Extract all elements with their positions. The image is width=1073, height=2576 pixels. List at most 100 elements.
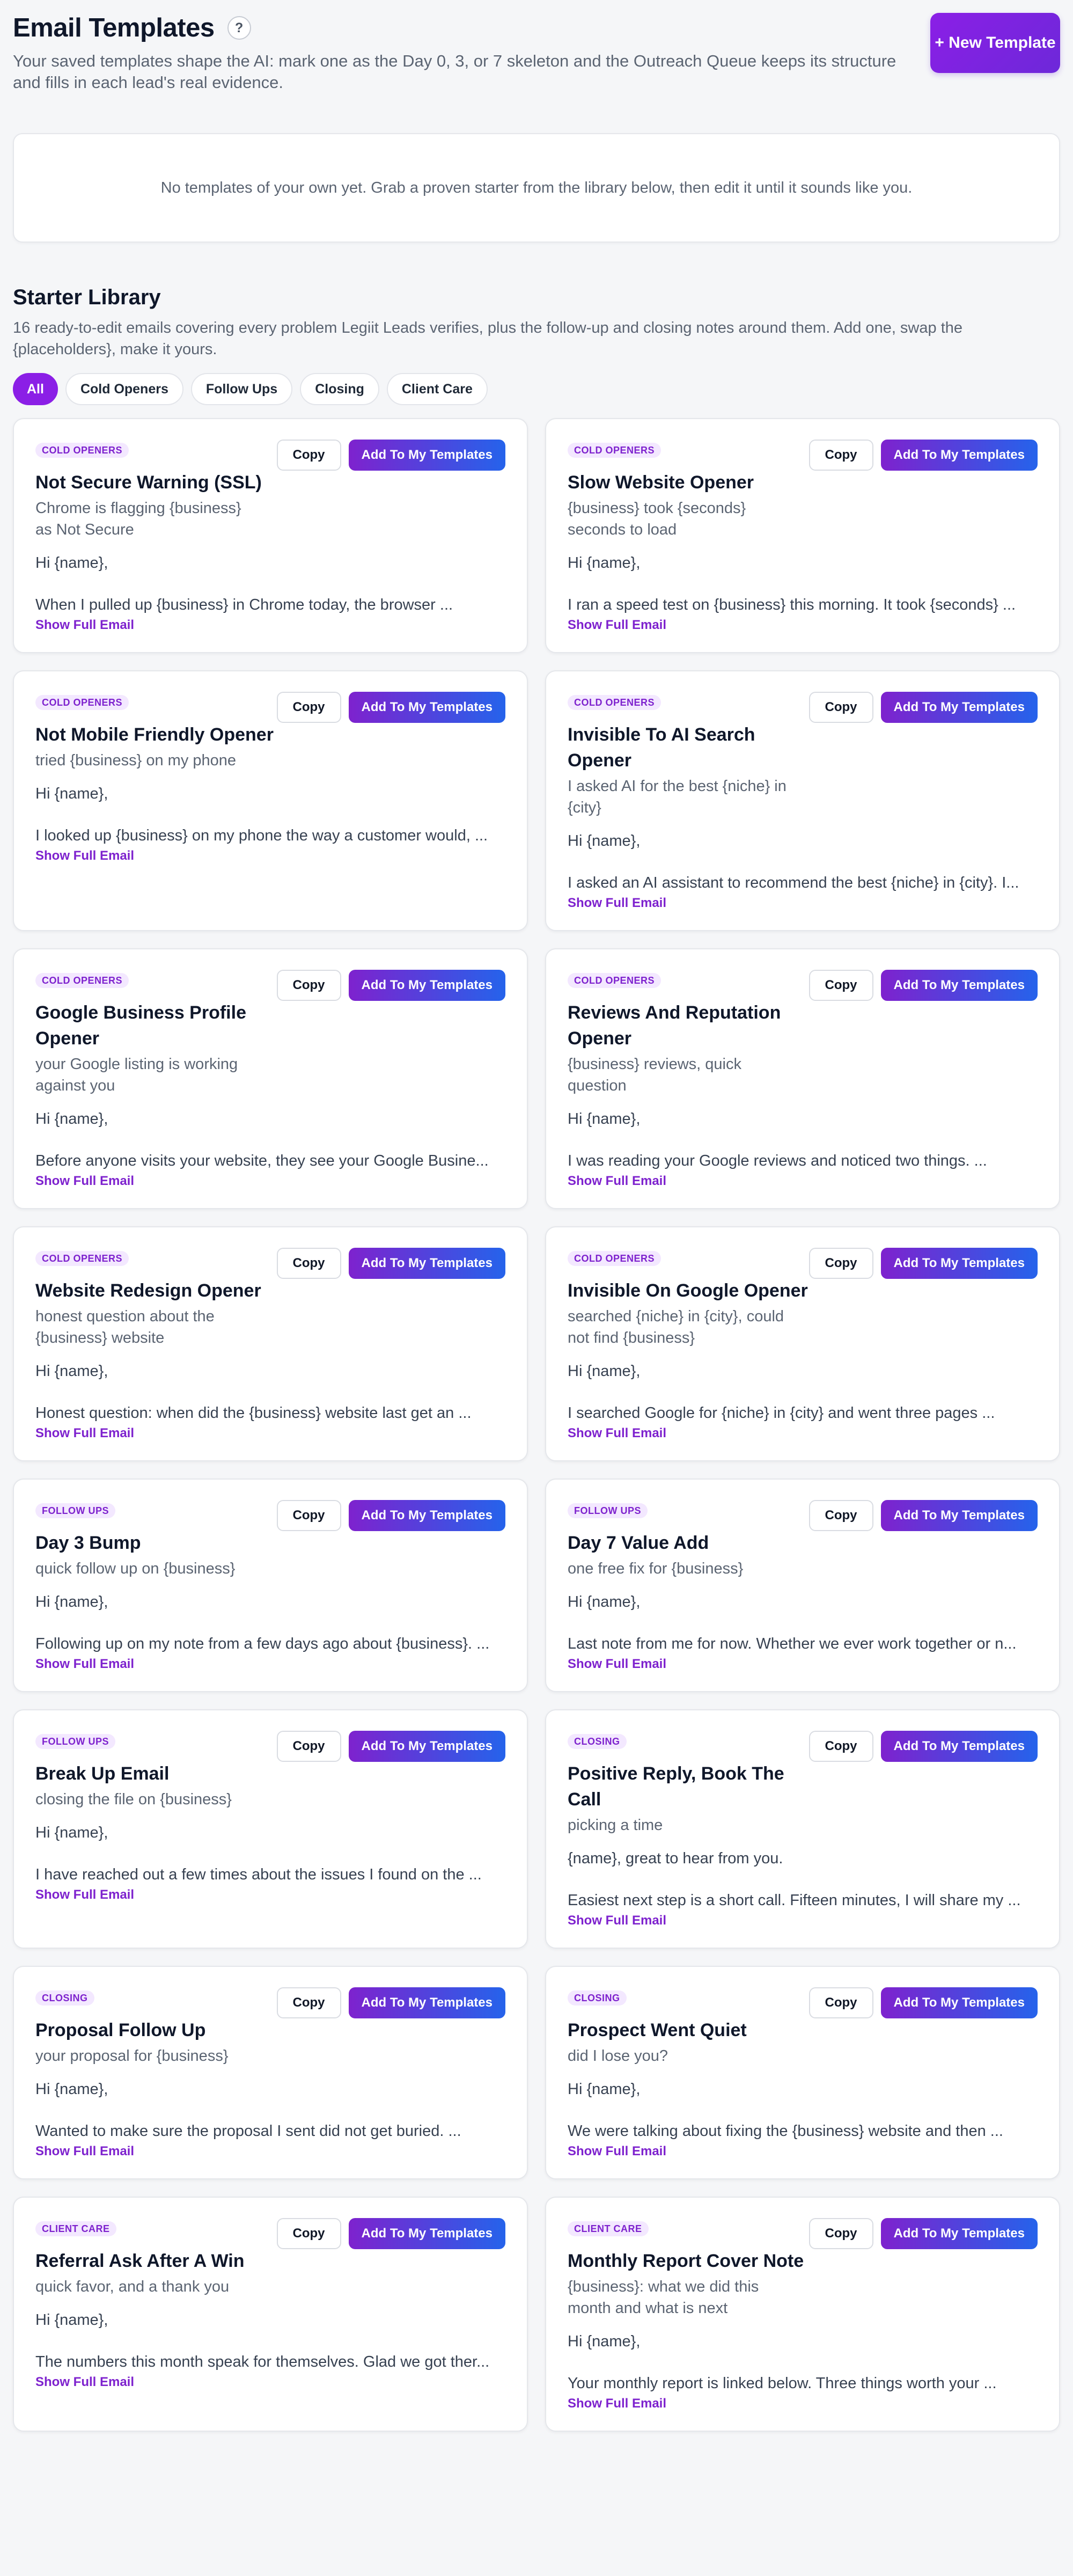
add-to-my-templates-button[interactable]: Add To My Templates	[880, 2218, 1038, 2249]
template-preview: Following up on my note from a few days …	[35, 1635, 490, 1652]
show-full-email-link[interactable]: Show Full Email	[568, 1657, 666, 1672]
add-to-my-templates-button[interactable]: Add To My Templates	[880, 440, 1038, 471]
question-mark-icon[interactable]: ?	[227, 16, 251, 40]
filter-chips: All Cold Openers Follow Ups Closing Client C…	[13, 373, 1060, 405]
add-to-my-templates-button[interactable]: Add To My Templates	[880, 1987, 1038, 2018]
show-full-email-link[interactable]: Show Full Email	[35, 1174, 134, 1189]
template-card: CLIENT CARE Copy Add To My Templates Monthl…	[545, 2197, 1060, 2432]
template-preview: I asked an AI assistant to recommend the…	[568, 874, 1019, 891]
copy-button[interactable]: Copy	[809, 2218, 873, 2249]
add-to-my-templates-button[interactable]: Add To My Templates	[348, 692, 505, 723]
filter-chip-follow-ups[interactable]: Follow Ups	[190, 373, 293, 405]
card-actions: Copy Add To My Templates	[809, 1987, 1038, 2018]
card-actions: Copy Add To My Templates	[809, 970, 1038, 1001]
add-to-my-templates-button[interactable]: Add To My Templates	[348, 440, 505, 471]
template-name: Not Secure Warning (SSL)	[35, 472, 262, 493]
copy-button[interactable]: Copy	[809, 692, 873, 723]
card-actions: Copy Add To My Templates	[276, 692, 505, 723]
show-full-email-link[interactable]: Show Full Email	[35, 1657, 134, 1672]
show-full-email-link[interactable]: Show Full Email	[35, 2144, 134, 2159]
template-preview: I searched Google for {niche} in {city} …	[568, 1404, 995, 1422]
template-card: COLD OPENERS Copy Add To My Templates Invis…	[545, 1226, 1060, 1461]
copy-button[interactable]: Copy	[276, 1248, 341, 1279]
template-greeting: Hi {name},	[35, 554, 108, 572]
add-to-my-templates-button[interactable]: Add To My Templates	[880, 1500, 1038, 1531]
template-card: FOLLOW UPS Copy Add To My Templates Day 3 B…	[13, 1479, 528, 1692]
add-to-my-templates-button[interactable]: Add To My Templates	[880, 1731, 1038, 1762]
add-to-my-templates-button[interactable]: Add To My Templates	[348, 1731, 505, 1762]
page-subtitle: Your saved templates shape the AI: mark …	[13, 52, 896, 92]
copy-button[interactable]: Copy	[276, 970, 341, 1001]
show-full-email-link[interactable]: Show Full Email	[568, 2396, 666, 2411]
new-template-button[interactable]: + New Template	[930, 13, 1060, 73]
filter-chip-cold-openers[interactable]: Cold Openers	[65, 373, 183, 405]
show-full-email-link[interactable]: Show Full Email	[568, 896, 666, 911]
show-full-email-link[interactable]: Show Full Email	[568, 2144, 666, 2159]
template-subject: your proposal for {business}	[35, 2047, 229, 2065]
category-badge: COLD OPENERS	[35, 973, 129, 988]
show-full-email-link[interactable]: Show Full Email	[35, 2375, 134, 2390]
template-name: Proposal Follow Up	[35, 2020, 206, 2040]
category-badge: FOLLOW UPS	[568, 1503, 648, 1518]
card-actions: Copy Add To My Templates	[276, 970, 505, 1001]
template-card: CLOSING Copy Add To My Templates Prospect W…	[545, 1966, 1060, 2179]
template-subject: {business}: what we did this month and w…	[568, 2278, 759, 2317]
show-full-email-link[interactable]: Show Full Email	[35, 1887, 134, 1902]
copy-button[interactable]: Copy	[809, 1500, 873, 1531]
template-subject: did I lose you?	[568, 2047, 668, 2065]
copy-button[interactable]: Copy	[276, 440, 341, 471]
copy-button[interactable]: Copy	[809, 1987, 873, 2018]
template-card: FOLLOW UPS Copy Add To My Templates Break U…	[13, 1709, 528, 1949]
filter-chip-client-care[interactable]: Client Care	[386, 373, 488, 405]
add-to-my-templates-button[interactable]: Add To My Templates	[348, 1248, 505, 1279]
show-full-email-link[interactable]: Show Full Email	[568, 1426, 666, 1441]
category-badge: FOLLOW UPS	[35, 1503, 115, 1518]
template-card: COLD OPENERS Copy Add To My Templates Not S…	[13, 418, 528, 653]
add-to-my-templates-button[interactable]: Add To My Templates	[880, 1248, 1038, 1279]
add-to-my-templates-button[interactable]: Add To My Templates	[880, 970, 1038, 1001]
add-to-my-templates-button[interactable]: Add To My Templates	[880, 692, 1038, 723]
copy-button[interactable]: Copy	[809, 970, 873, 1001]
copy-button[interactable]: Copy	[276, 1500, 341, 1531]
template-greeting: {name}, great to hear from you.	[568, 1850, 783, 1867]
template-preview: Honest question: when did the {business}…	[35, 1404, 472, 1422]
template-card: COLD OPENERS Copy Add To My Templates Websi…	[13, 1226, 528, 1461]
template-greeting: Hi {name},	[568, 832, 641, 850]
template-subject: honest question about the {business} web…	[35, 1308, 215, 1346]
template-grid: COLD OPENERS Copy Add To My Templates Not S…	[13, 418, 1060, 2449]
category-badge: COLD OPENERS	[568, 973, 662, 988]
show-full-email-link[interactable]: Show Full Email	[35, 848, 134, 863]
template-name: Break Up Email	[35, 1763, 170, 1784]
add-to-my-templates-button[interactable]: Add To My Templates	[348, 1987, 505, 2018]
template-preview: I ran a speed test on {business} this mo…	[568, 596, 1016, 613]
filter-chip-closing[interactable]: Closing	[300, 373, 379, 405]
copy-button[interactable]: Copy	[809, 1248, 873, 1279]
category-badge: COLD OPENERS	[35, 443, 129, 458]
template-subject: Chrome is flagging {business} as Not Sec…	[35, 500, 241, 538]
add-to-my-templates-button[interactable]: Add To My Templates	[348, 1500, 505, 1531]
show-full-email-link[interactable]: Show Full Email	[35, 618, 134, 633]
copy-button[interactable]: Copy	[276, 1731, 341, 1762]
template-greeting: Hi {name},	[568, 1593, 641, 1611]
category-badge: CLOSING	[568, 1734, 627, 1749]
template-preview: Your monthly report is linked below. Thr…	[568, 2375, 997, 2392]
section-title: Starter Library	[13, 286, 161, 309]
filter-chip-all[interactable]: All	[13, 373, 58, 405]
empty-state: No templates of your own yet. Grab a pro…	[13, 133, 1060, 243]
copy-button[interactable]: Copy	[809, 440, 873, 471]
template-subject: tried {business} on my phone	[35, 752, 237, 769]
card-actions: Copy Add To My Templates	[276, 2218, 505, 2249]
template-name: Website Redesign Opener	[35, 1280, 261, 1301]
card-actions: Copy Add To My Templates	[276, 1987, 505, 2018]
show-full-email-link[interactable]: Show Full Email	[568, 618, 666, 633]
show-full-email-link[interactable]: Show Full Email	[568, 1174, 666, 1189]
copy-button[interactable]: Copy	[276, 692, 341, 723]
copy-button[interactable]: Copy	[276, 2218, 341, 2249]
copy-button[interactable]: Copy	[276, 1987, 341, 2018]
template-subject: {business} reviews, quick question	[568, 1056, 741, 1094]
show-full-email-link[interactable]: Show Full Email	[35, 1426, 134, 1441]
add-to-my-templates-button[interactable]: Add To My Templates	[348, 2218, 505, 2249]
add-to-my-templates-button[interactable]: Add To My Templates	[348, 970, 505, 1001]
show-full-email-link[interactable]: Show Full Email	[568, 1913, 666, 1928]
copy-button[interactable]: Copy	[809, 1731, 873, 1762]
